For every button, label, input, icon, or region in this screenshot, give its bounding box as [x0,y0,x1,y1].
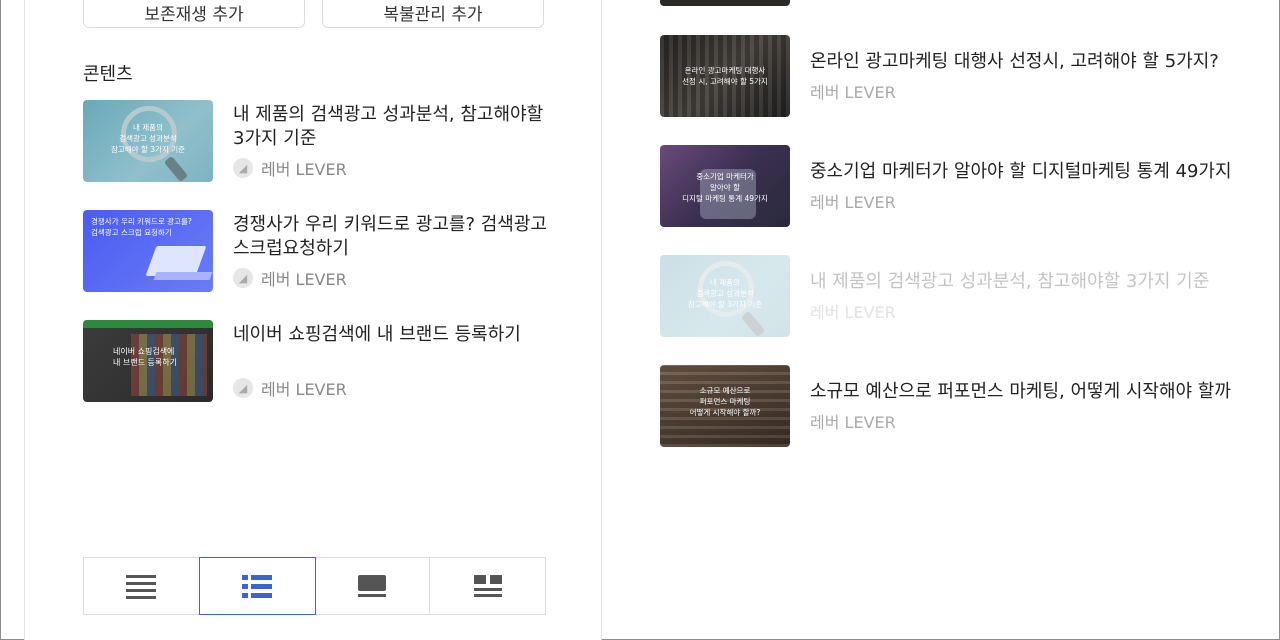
content-thumbnail: 네이버 쇼핑검색에 내 브랜드 등록하기 [83,320,213,402]
content-title[interactable]: 내 제품의 검색광고 성과분석, 참고해야할 3가지 기준 [810,267,1209,293]
content-author: 레버 LEVER [810,303,896,322]
partial-thumbnail [660,0,790,6]
content-author: ◢ 레버 LEVER [233,156,347,180]
section-title: 콘텐츠 [83,64,133,85]
content-item[interactable]: 중소기업 마케터가 알아야 할 디지털 마케팅 통계 49가지 중소기업 마케터가 … [660,145,1270,227]
thumb-text: 네이버 쇼핑검색에 내 브랜드 등록하기 [113,347,177,367]
author-avatar-icon: ◢ [233,158,253,178]
content-author: 레버 LEVER [810,413,896,432]
content-item[interactable]: 네이버 쇼핑검색에 내 브랜드 등록하기 네이버 쇼핑검색에 내 브랜드 등록하기… [83,320,553,402]
gallery-icon [473,575,502,597]
thumb-text: 온라인 광고마케팅 대행사 선정 시, 고려해야 할 5가지 [682,66,768,86]
thumb-text: 경쟁사가 우리 키워드로 광고를? 검색광고 스크럽 요청하기 [91,217,192,237]
list-icon [126,575,157,599]
card-icon [357,575,386,597]
content-thumbnail: 경쟁사가 우리 키워드로 광고를? 검색광고 스크럽 요청하기 [83,210,213,292]
add-button-1[interactable]: 보존재생 추가 [83,0,305,28]
thumb-text: 중소기업 마케터가 알아야 할 디지털 마케팅 통계 49가지 [682,172,768,203]
content-item[interactable]: 온라인 광고마케팅 대행사 선정 시, 고려해야 할 5가지 온라인 광고마케팅 … [660,35,1270,117]
content-title[interactable]: 경쟁사가 우리 키워드로 광고를? 검색광고 스크럽요청하기 [233,213,553,261]
content-thumbnail: 중소기업 마케터가 알아야 할 디지털 마케팅 통계 49가지 [660,145,790,227]
content-author: 레버 LEVER [810,83,896,102]
content-title[interactable]: 중소기업 마케터가 알아야 할 디지털마케팅 통계 49가지 [810,157,1232,183]
content-title[interactable]: 네이버 쇼핑검색에 내 브랜드 등록하기 [233,323,553,347]
content-item[interactable]: 소규모 예산으로 퍼포먼스 마케팅 어떻게 시작해야 할까? 소규모 예산으로 퍼포… [660,365,1270,447]
content-thumbnail: 내 제품의 검색광고 성과분석 참고해야 할 3가지 기준 [660,255,790,337]
thumb-text: 소규모 예산으로 퍼포먼스 마케팅 어떻게 시작해야 할까? [689,386,761,417]
add-button-2[interactable]: 복불관리 추가 [322,0,544,28]
content-thumbnail: 소규모 예산으로 퍼포먼스 마케팅 어떻게 시작해야 할까? [660,365,790,447]
view-gallery-button[interactable] [430,558,545,614]
view-list-button[interactable] [84,558,200,614]
content-item[interactable]: 내 제품의 검색광고 성과분석 참고해야 할 3가지 기준 내 제품의 검색광고 성… [83,100,553,182]
author-avatar-icon: ◢ [233,268,253,288]
list-thumb-icon [242,575,273,598]
content-author: ◢ 레버 LEVER [233,266,347,290]
content-author: 레버 LEVER [810,193,896,212]
author-avatar-icon: ◢ [233,378,253,398]
content-title[interactable]: 온라인 광고마케팅 대행사 선정시, 고려해야 할 5가지? [810,47,1219,73]
view-list-thumb-button[interactable] [198,557,316,615]
layout-settings-panel: 보존재생 추가 복불관리 추가 콘텐츠 내 제품의 검색광고 성과분석 참고해야 할… [24,0,602,640]
view-mode-toggle [83,557,546,615]
content-title[interactable]: 소규모 예산으로 퍼포먼스 마케팅, 어떻게 시작해야 할까 [810,377,1231,403]
content-thumbnail: 내 제품의 검색광고 성과분석 참고해야 할 3가지 기준 [83,100,213,182]
content-item[interactable]: 내 제품의 검색광고 성과분석 참고해야 할 3가지 기준 내 제품의 검색광고 성… [660,255,1270,337]
content-thumbnail: 온라인 광고마케팅 대행사 선정 시, 고려해야 할 5가지 [660,35,790,117]
thumb-text: 내 제품의 검색광고 성과분석 참고해야 할 3가지 기준 [687,278,763,309]
content-item[interactable]: 경쟁사가 우리 키워드로 광고를? 검색광고 스크럽 요청하기 경쟁사가 우리 키… [83,210,553,292]
content-title[interactable]: 내 제품의 검색광고 성과분석, 참고해야할 3가지 기준 [233,103,553,151]
thumb-text: 내 제품의 검색광고 성과분석 참고해야 할 3가지 기준 [110,123,186,154]
content-author: ◢ 레버 LEVER [233,376,347,400]
view-card-button[interactable] [314,558,431,614]
